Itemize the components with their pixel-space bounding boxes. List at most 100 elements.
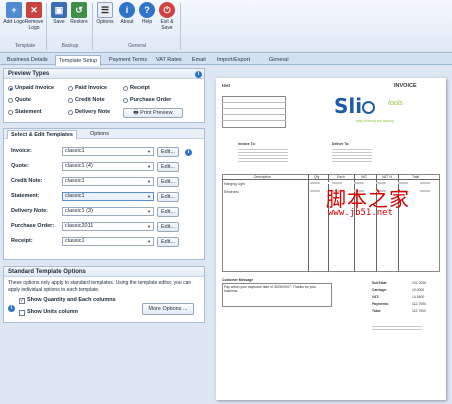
remove-logo-button[interactable]: ✕ Remove Logo [23, 2, 45, 31]
tab-business-details[interactable]: Business Details [4, 55, 51, 65]
info-icon[interactable]: i [8, 305, 15, 312]
standard-options-panel: Standard Template Options These options … [3, 266, 205, 323]
edit-receipt-button[interactable]: Edit... [157, 237, 179, 247]
show-quantity-checkbox[interactable]: ✓ Show Quantity and Each columns [19, 297, 116, 304]
standard-options-title: Standard Template Options [4, 267, 204, 277]
invoice-preview-sheet: test INVOICE Sli tools easy invoicing an… [216, 78, 446, 400]
chevron-down-icon: ▼ [147, 209, 151, 214]
restore-icon: ↺ [71, 2, 87, 18]
invoice-to-label: Invoice To: [238, 142, 256, 146]
receipt-label: Receipt: [11, 238, 33, 244]
carriage-value: 10.0000 [412, 288, 425, 292]
tab-payment-terms[interactable]: Payment Terms [106, 55, 150, 65]
template-preview-area: test INVOICE Sli tools easy invoicing an… [208, 68, 452, 404]
print-preview-button[interactable]: 🖶 Print Preview [123, 108, 183, 118]
show-units-checkbox[interactable]: Show Units column [19, 309, 78, 316]
col-qty: Qty [314, 174, 320, 179]
radio-receipt[interactable]: Receipt [123, 85, 150, 92]
radio-credit-note[interactable]: Credit Note [68, 97, 105, 104]
info-icon[interactable]: i [195, 71, 202, 78]
radio-icon [68, 86, 73, 91]
invoice-info-box [222, 96, 286, 128]
chevron-down-icon: ▼ [147, 239, 151, 244]
edit-quote-button[interactable]: Edit... [157, 162, 179, 172]
about-button[interactable]: i About [116, 2, 138, 25]
edit-delivery-note-button[interactable]: Edit... [157, 207, 179, 217]
delivery-note-template-select[interactable]: classic1 (3) ▼ [62, 207, 154, 216]
more-options-button[interactable]: More Options ... [142, 303, 194, 315]
divider [222, 102, 286, 103]
add-logo-button[interactable]: + Add Logo [3, 2, 25, 25]
logo-q-icon [362, 101, 376, 114]
purchase-order-label: Purchase Order: [11, 223, 55, 229]
preview-company-name: test [222, 83, 231, 88]
tab-email[interactable]: Email [189, 55, 209, 65]
quote-template-select[interactable]: classic1 (4) ▼ [62, 162, 154, 171]
col-description: Description [254, 174, 271, 179]
credit-note-label: Credit Note: [11, 178, 43, 184]
info-icon[interactable]: i [185, 149, 192, 156]
ribbon-separator [180, 3, 181, 50]
templates-panel: Select & Edit Templates Options i Invoic… [3, 128, 205, 260]
template-subtabs: Select & Edit Templates Options [4, 129, 204, 139]
divider [222, 114, 286, 115]
radio-icon [8, 110, 13, 115]
chevron-down-icon: ▼ [147, 149, 151, 154]
printer-icon: 🖶 [133, 110, 139, 116]
radio-statement[interactable]: Statement [8, 109, 42, 116]
radio-purchase-order[interactable]: Purchase Order [123, 97, 171, 104]
radio-icon [123, 86, 128, 91]
radio-icon [123, 98, 128, 103]
divider [222, 108, 286, 109]
chevron-down-icon: ▼ [147, 164, 151, 169]
tab-vat-rates[interactable]: VAT Rates [153, 55, 185, 65]
vat-label: VAT: [372, 295, 380, 299]
tab-options[interactable]: Options [87, 130, 112, 139]
carriage-label: Carriage: [372, 288, 387, 292]
statement-label: Statement: [11, 193, 40, 199]
tab-select-edit-templates[interactable]: Select & Edit Templates [7, 130, 77, 139]
restore-button[interactable]: ↺ Restore [68, 2, 90, 25]
edit-purchase-order-button[interactable]: Edit... [157, 222, 179, 232]
payments-value: 112.7000 [412, 302, 426, 306]
radio-paid-invoice[interactable]: Paid Invoice [68, 85, 107, 92]
footer-contact [372, 324, 422, 332]
credit-note-template-select[interactable]: classic1 ▼ [62, 177, 154, 186]
logo: Sli [334, 96, 376, 116]
watermark-url: www.jb51.net [328, 208, 394, 218]
subtotal-value: 101.2000 [412, 281, 427, 285]
radio-unpaid-invoice[interactable]: Unpaid Invoice [8, 85, 54, 92]
edit-statement-button[interactable]: Edit... [157, 192, 179, 202]
logo-tools: tools [388, 100, 403, 107]
receipt-template-select[interactable]: classic1 ▼ [62, 237, 154, 246]
invoice-template-select[interactable]: classic1 ▼ [62, 147, 154, 156]
edit-invoice-button[interactable]: Edit... [157, 147, 179, 157]
total-label: Total: [372, 309, 381, 313]
col-vat-pct: VAT % [382, 174, 392, 179]
radio-quote[interactable]: Quote [8, 97, 31, 104]
purchase-order-template-select[interactable]: classic2011 ▼ [62, 222, 154, 231]
checkbox-checked-icon: ✓ [19, 297, 25, 304]
about-icon: i [119, 2, 135, 18]
ribbon-toolbar: + Add Logo ✕ Remove Logo Template ▣ Save… [0, 0, 452, 53]
help-button[interactable]: ? Help [136, 2, 158, 25]
save-icon: ▣ [51, 2, 67, 18]
tab-template-setup[interactable]: Template Setup [55, 55, 102, 66]
options-button[interactable]: ☰ Options [94, 2, 116, 25]
tab-import-export[interactable]: Import/Export [214, 55, 253, 65]
col-vat: VAT [361, 174, 368, 179]
help-icon: ? [139, 2, 155, 18]
payments-label: Payments: [372, 302, 390, 306]
tab-general[interactable]: General [266, 55, 292, 65]
col-total: Total [412, 174, 420, 179]
exit-save-button[interactable]: ⏻ Exit & Save [156, 2, 178, 31]
column-divider [308, 174, 309, 272]
preview-types-title: Preview Types [4, 69, 204, 79]
checkbox-icon [19, 309, 25, 316]
statement-template-select[interactable]: classic1 ▼ [62, 192, 154, 201]
template-group-label: Template [14, 43, 36, 49]
save-button[interactable]: ▣ Save [48, 2, 70, 25]
quote-label: Quote: [11, 163, 29, 169]
radio-delivery-note[interactable]: Delivery Note [68, 109, 110, 116]
edit-credit-note-button[interactable]: Edit... [157, 177, 179, 187]
